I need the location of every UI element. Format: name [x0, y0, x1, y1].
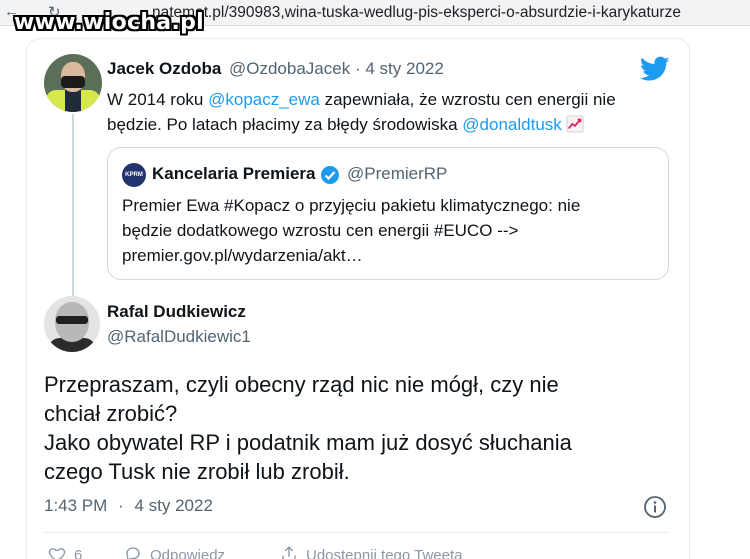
tweet-text-line: czego Tusk nie zrobił lub zrobił. [44, 459, 350, 484]
tweet-time[interactable]: 1:43 PM [44, 496, 107, 515]
mention-link[interactable]: @kopacz_ewa [208, 90, 320, 109]
tweet-text: Przepraszam, czyli obecny rząd nic nie m… [44, 370, 684, 486]
author-handle[interactable]: @RafalDudkiewic1 [107, 327, 251, 347]
divider [44, 532, 668, 533]
quoted-author-handle[interactable]: @PremierRP [347, 164, 447, 184]
quoted-author-name[interactable]: Kancelaria Premiera [152, 164, 316, 184]
separator-dot: · [118, 496, 124, 515]
author-handle[interactable]: @OzdobaJacek [229, 59, 350, 78]
like-button[interactable]: 6 [48, 545, 82, 559]
tweet-text-line: Przepraszam, czyli obecny rząd nic nie m… [44, 372, 559, 397]
author-handle-and-date[interactable]: @OzdobaJacek · 4 sty 2022 [229, 59, 444, 79]
quoted-avatar[interactable]: KPRM [122, 163, 146, 187]
quoted-text-link[interactable]: premier.gov.pl/wydarzenia/akt… [122, 243, 652, 268]
reply-label: Odpowiedz [150, 547, 226, 559]
site-watermark: www.wiocha.pl [14, 10, 204, 35]
chart-increasing-emoji-icon [566, 115, 584, 133]
separator-dot: · [354, 59, 361, 78]
mention-link[interactable]: @donaldtusk [462, 115, 562, 134]
address-bar-url[interactable]: natemat.pl/390983,wina-tuska-wedlug-pis-… [152, 4, 681, 22]
avatar[interactable] [44, 296, 100, 352]
author-name[interactable]: Rafal Dudkiewicz [107, 302, 246, 322]
tweet-timestamp[interactable]: 1:43 PM · 4 sty 2022 [44, 496, 219, 516]
share-icon [282, 546, 296, 559]
info-icon[interactable] [643, 495, 667, 519]
tweet-text: W 2014 roku @kopacz_ewa zapewniała, że w… [107, 87, 667, 137]
share-button[interactable]: Udostępnij tego Tweeta [280, 545, 463, 559]
tweet-text-segment: zapewniała, że wzrostu cen energii nie [319, 90, 616, 109]
like-count: 6 [74, 547, 83, 559]
author-name[interactable]: Jacek Ozdoba [107, 59, 221, 79]
tweet-date[interactable]: 4 sty 2022 [365, 59, 443, 78]
verified-badge-icon [321, 166, 339, 184]
quoted-text-line: będzie dodatkowego wzrostu cen energii #… [122, 221, 519, 240]
tweet-text-line: chciał zrobić? [44, 401, 178, 426]
share-label: Udostępnij tego Tweeta [306, 547, 463, 559]
quoted-text-line: Premier Ewa #Kopacz o przyjęciu pakietu … [122, 196, 581, 215]
heart-icon [48, 548, 66, 559]
tweet-date[interactable]: 4 sty 2022 [134, 496, 212, 515]
tweet-text-line: Jako obywatel RP i podatnik mam już dosy… [44, 430, 572, 455]
tweet-text-segment: będzie. Po latach płacimy za błędy środo… [107, 115, 463, 134]
thread-connector-line [72, 114, 74, 296]
reply-icon [126, 547, 140, 559]
quoted-tweet-text: Premier Ewa #Kopacz o przyjęciu pakietu … [122, 193, 652, 268]
reply-button[interactable]: Odpowiedz [124, 545, 225, 559]
twitter-bird-icon [640, 56, 670, 81]
avatar[interactable] [44, 54, 102, 112]
tweet-text-segment: W 2014 roku [107, 90, 209, 109]
